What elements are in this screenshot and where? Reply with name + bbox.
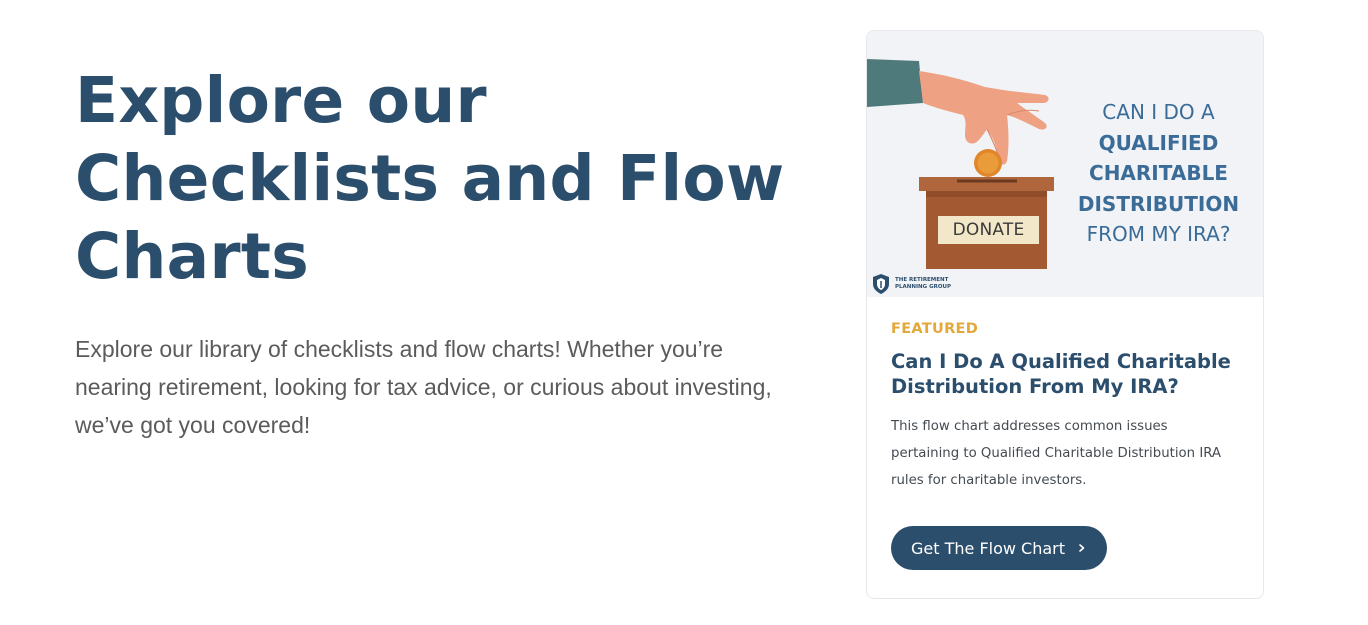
image-headline-line: CAN I DO A bbox=[1102, 100, 1215, 124]
brand-name-line: THE RETIREMENT bbox=[895, 277, 949, 283]
image-headline: CAN I DO A QUALIFIED CHARITABLE DISTRIBU… bbox=[1067, 97, 1250, 250]
shield-icon bbox=[873, 274, 889, 294]
hero-description: Explore our library of checklists and fl… bbox=[75, 336, 772, 438]
card-title[interactable]: Can I Do A Qualified Charitable Distribu… bbox=[891, 349, 1239, 399]
card-body: FEATURED Can I Do A Qualified Charitable… bbox=[867, 297, 1263, 494]
page-title: Explore our Checklists and Flow Charts bbox=[75, 64, 785, 293]
featured-card: CAN I DO A QUALIFIED CHARITABLE DISTRIBU… bbox=[866, 30, 1264, 599]
card-image[interactable]: CAN I DO A QUALIFIED CHARITABLE DISTRIBU… bbox=[867, 31, 1263, 297]
brand-logo: THE RETIREMENT PLANNING GROUP bbox=[871, 273, 965, 295]
get-flow-chart-button[interactable]: Get The Flow Chart bbox=[891, 526, 1108, 570]
donate-label: DONATE bbox=[938, 216, 1039, 244]
hero-section: Explore our Checklists and Flow Charts E… bbox=[75, 62, 815, 444]
image-headline-line: CHARITABLE bbox=[1089, 161, 1228, 185]
get-flow-chart-button-label: Get The Flow Chart bbox=[911, 538, 1066, 558]
chevron-right-icon bbox=[1079, 544, 1085, 552]
image-headline-line: FROM MY IRA? bbox=[1086, 222, 1231, 246]
image-headline-line: QUALIFIED bbox=[1098, 130, 1219, 155]
card-description: This flow chart addresses common issues … bbox=[891, 419, 1222, 488]
featured-tag: FEATURED bbox=[891, 321, 979, 337]
brand-name: THE RETIREMENT PLANNING GROUP bbox=[895, 277, 965, 291]
page: Explore our Checklists and Flow Charts E… bbox=[0, 0, 1368, 625]
brand-name-line: PLANNING GROUP bbox=[895, 284, 951, 290]
image-headline-line: DISTRIBUTION bbox=[1077, 191, 1240, 216]
